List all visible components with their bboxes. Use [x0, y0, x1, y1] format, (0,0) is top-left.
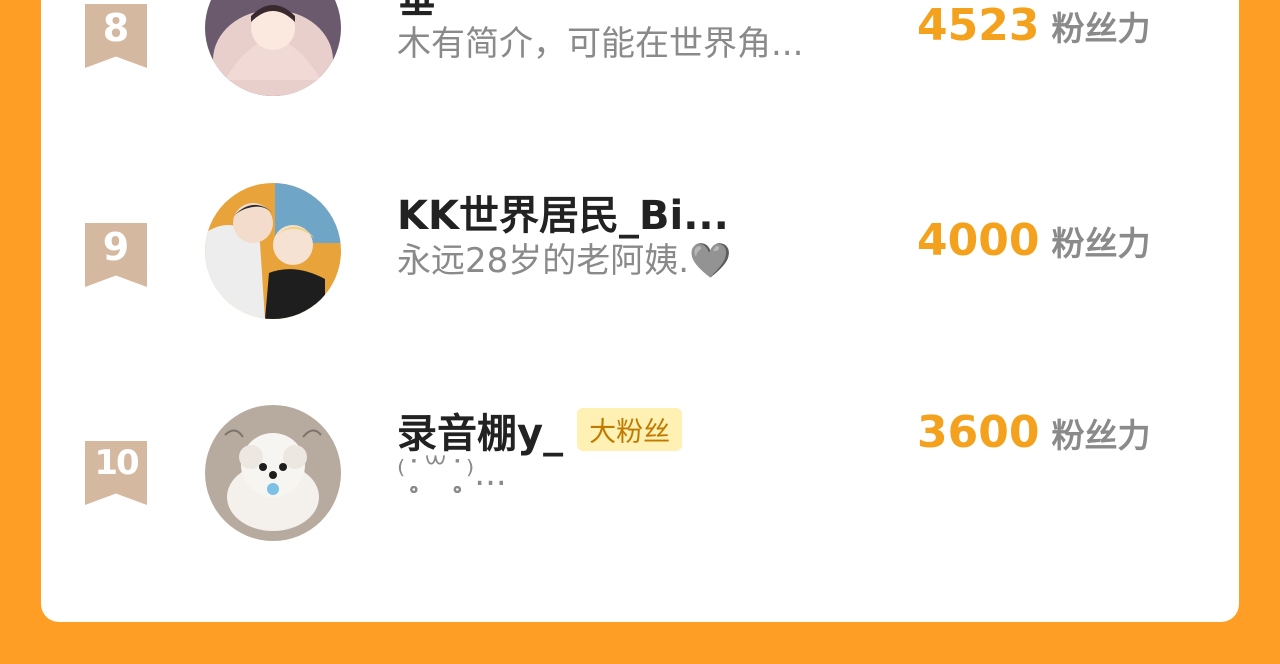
- ranking-row[interactable]: 9 KK世界居民_Bi... 永远28岁的老阿姨.🩶 4000 粉丝力: [41, 183, 1239, 383]
- fan-power: 3600 粉丝力: [917, 407, 1150, 458]
- fan-power-unit: 粉丝力: [1051, 416, 1151, 455]
- ranking-row[interactable]: 10 录音棚y_ 大粉丝 ⁽˙̥̥̥̥̥̥̥̥꒳˙̥̥̥̥̥̥̥̥̥⁾... 36…: [41, 405, 1239, 601]
- ranking-row[interactable]: 8 垂一 木有简介，可能在世界角... 4523粉丝力: [41, 0, 1239, 164]
- rank-badge: 10: [85, 441, 147, 505]
- fan-power-unit: 粉丝力: [1051, 9, 1151, 48]
- fan-power-value: 4000: [917, 215, 1040, 266]
- fan-power-value: 4523: [917, 0, 1040, 51]
- rank-badge: 8: [85, 4, 147, 68]
- ranking-card: 8 垂一 木有简介，可能在世界角... 4523粉丝力 9: [41, 0, 1239, 622]
- user-intro: ⁽˙̥̥̥̥̥̥̥̥꒳˙̥̥̥̥̥̥̥̥̥⁾...: [397, 454, 507, 494]
- fan-power-unit: 粉丝力: [1051, 224, 1151, 263]
- avatar[interactable]: [205, 0, 341, 96]
- avatar[interactable]: [205, 183, 341, 319]
- big-fan-badge: 大粉丝: [577, 408, 683, 451]
- rank-badge: 9: [85, 223, 147, 287]
- avatar[interactable]: [205, 405, 341, 541]
- user-intro: 永远28岁的老阿姨.🩶: [397, 241, 732, 281]
- fan-power-value: 3600: [917, 407, 1040, 458]
- fan-power: 4523 粉丝力: [917, 0, 1150, 51]
- fan-power: 4000 粉丝力: [917, 215, 1150, 266]
- user-intro: 木有简介，可能在世界角...: [397, 24, 804, 64]
